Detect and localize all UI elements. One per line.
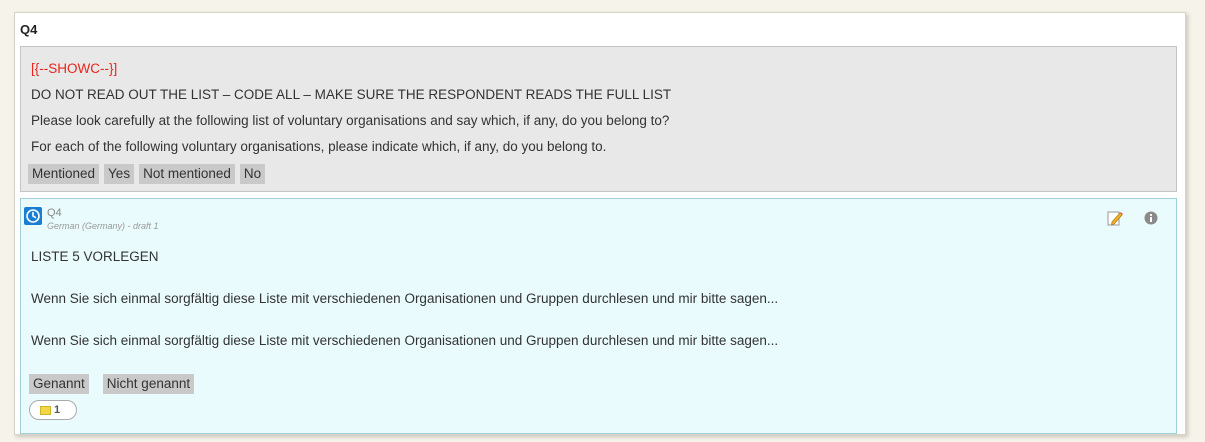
source-text-panel: [{--SHOWC--}] DO NOT READ OUT THE LIST –… (20, 46, 1177, 192)
option-chip: Nicht genannt (102, 374, 195, 394)
question-id: Q4 (20, 22, 38, 37)
info-icon[interactable] (1144, 211, 1158, 225)
option-chip: Mentioned (28, 164, 100, 184)
translation-question-id: Q4 (47, 207, 62, 219)
translation-panel: Q4 German (Germany) - draft 1 LISTE 5 VO… (20, 198, 1177, 434)
source-instruction: DO NOT READ OUT THE LIST – CODE ALL – MA… (31, 87, 672, 102)
source-options: Mentioned Yes Not mentioned No (28, 164, 270, 184)
option-chip: No (239, 164, 266, 184)
note-icon (40, 406, 51, 415)
show-code-label: [{--SHOWC--}] (31, 61, 118, 76)
option-chip: Genannt (29, 374, 89, 394)
source-question-text-alt: For each of the following voluntary orga… (31, 139, 607, 154)
pencil-icon[interactable] (1106, 209, 1124, 227)
translation-options: Genannt Nicht genannt (29, 374, 208, 394)
translation-question-text: Wenn Sie sich einmal sorgfältig diese Li… (31, 291, 779, 306)
source-question-text: Please look carefully at the following l… (31, 113, 670, 128)
option-chip: Not mentioned (139, 164, 235, 184)
clock-icon[interactable] (24, 207, 42, 225)
comments-button[interactable]: 1 (29, 400, 77, 420)
translation-instruction: LISTE 5 VORLEGEN (31, 249, 159, 264)
translation-question-text-alt: Wenn Sie sich einmal sorgfältig diese Li… (31, 333, 779, 348)
comment-count: 1 (54, 404, 61, 416)
option-chip: Yes (104, 164, 135, 184)
translation-language-label: German (Germany) - draft 1 (47, 221, 159, 231)
